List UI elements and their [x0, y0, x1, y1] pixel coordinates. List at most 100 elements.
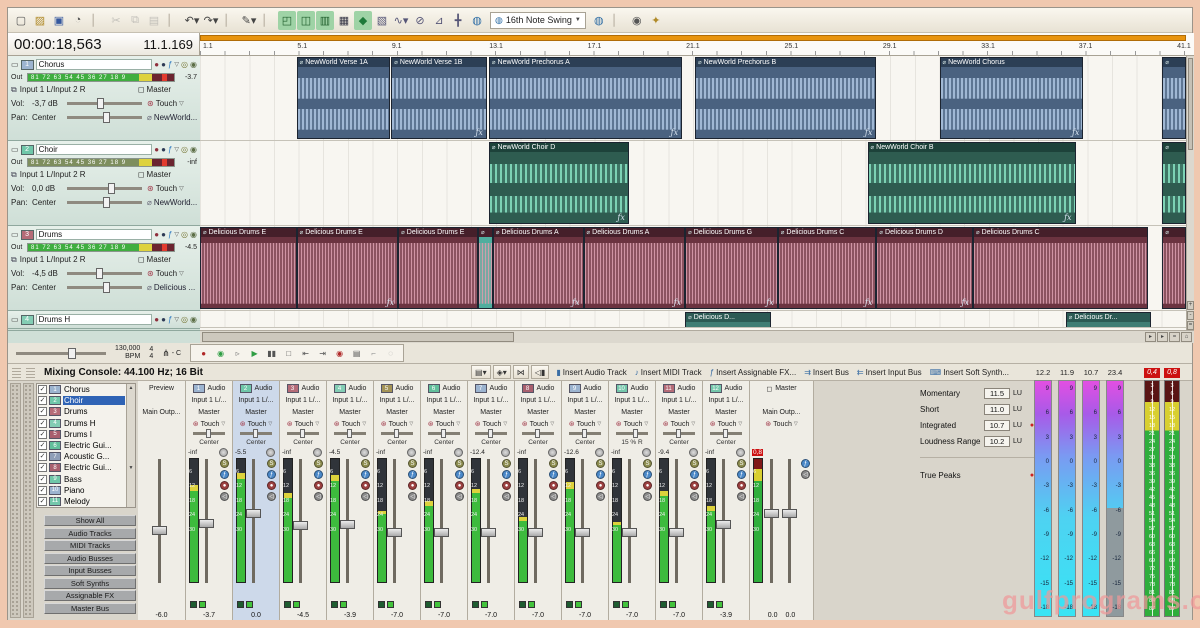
pan-slider[interactable] [334, 432, 366, 435]
pan-thumb[interactable] [633, 429, 638, 438]
track-list-scrollbar[interactable]: ▲▼ [126, 384, 135, 507]
master-fader-right[interactable] [788, 459, 791, 583]
tempo-display[interactable]: 130,000BPM [115, 345, 140, 361]
new-project-icon[interactable]: ▢ [12, 11, 30, 30]
volume-automation[interactable]: ⊛Touch▽ [147, 99, 197, 108]
undo-icon[interactable]: ↶▾ [183, 11, 201, 30]
pan-slider[interactable] [381, 432, 413, 435]
channel-output[interactable]: Master [515, 406, 561, 418]
channel-input[interactable]: Input 1 L/... [562, 394, 608, 406]
pan-thumb[interactable] [676, 429, 681, 438]
track-visible-checkbox[interactable]: ✓ [38, 441, 47, 450]
help-icon[interactable]: ◉ [628, 11, 646, 30]
eraser-icon[interactable]: ⊘ [411, 11, 429, 30]
track-input-value[interactable]: Input 1 L/Input 2 R [20, 255, 86, 264]
fader-thumb[interactable] [387, 528, 402, 537]
track-list-item[interactable]: ✓ 11 Melody [37, 496, 126, 507]
track-list-name[interactable]: Drums [63, 407, 125, 416]
zoom-out-button[interactable]: - [1187, 311, 1194, 320]
audio-clip[interactable]: ⌀NewWorld Verse 1B ƒx [391, 57, 487, 139]
channel-input[interactable]: Input 1 L/... [703, 394, 749, 406]
solo-icon[interactable]: S [643, 459, 652, 468]
master-automation[interactable]: ⊛ Touch ▽ [750, 418, 813, 430]
automation-icon[interactable]: ◉ [190, 61, 197, 69]
track-fx-icon[interactable]: ƒ [168, 61, 172, 69]
record-arm-icon[interactable]: ● [455, 481, 464, 490]
panel-drag-handle[interactable] [26, 366, 35, 378]
track-list-name[interactable]: Drums I [63, 430, 125, 439]
input-routing-icon[interactable]: ⧉ [11, 170, 17, 180]
channel-input[interactable]: Input 1 L/... [468, 394, 514, 406]
track-name[interactable]: Drums H [36, 314, 153, 325]
fader-thumb[interactable] [782, 509, 797, 518]
filter-button[interactable]: Audio Busses [44, 553, 136, 564]
monitor-icon[interactable]: ◁ [220, 492, 229, 501]
track-visible-checkbox[interactable]: ✓ [38, 486, 47, 495]
take-manager-button[interactable]: ▤ [349, 346, 364, 360]
channel-fader[interactable] [346, 459, 349, 583]
chevron-down-icon[interactable]: ▽ [174, 146, 179, 154]
monitor-icon[interactable]: ◁ [361, 492, 370, 501]
mute-button[interactable] [566, 601, 573, 608]
insert-track-button[interactable]: ▮Insert Audio Track [554, 368, 628, 377]
solo-icon[interactable]: S [267, 459, 276, 468]
record-arm-icon[interactable]: ● [737, 481, 746, 490]
volume-slider[interactable] [67, 102, 142, 105]
channel-output[interactable]: Master [233, 406, 279, 418]
channel-fader[interactable] [299, 459, 302, 583]
pan-thumb[interactable] [723, 429, 728, 438]
volume-automation[interactable]: ⊛Touch▽ [147, 184, 197, 193]
speed-slider-thumb[interactable] [68, 348, 76, 359]
mute-button[interactable] [519, 601, 526, 608]
fader-thumb[interactable] [575, 528, 590, 537]
audio-clip[interactable]: ⌀NewWorld Prechorus A ƒx [489, 57, 682, 139]
fx-icon[interactable]: ƒ [408, 470, 417, 479]
mute-button[interactable] [378, 601, 385, 608]
solo-icon[interactable]: S [549, 459, 558, 468]
channel-input[interactable]: Input 1 L/... [374, 394, 420, 406]
track-input-value[interactable]: Input 1 L/Input 2 R [20, 170, 86, 179]
mute-button[interactable] [707, 601, 714, 608]
solo-icon[interactable]: S [690, 459, 699, 468]
horizontal-scroll-thumb[interactable] [202, 332, 514, 342]
monitor-icon[interactable]: ◁ [549, 492, 558, 501]
audio-clip[interactable]: ⌀Delicious Drums G ƒx [685, 227, 778, 309]
record-arm-icon[interactable]: ● [502, 481, 511, 490]
monitor-icon[interactable]: ◁ [455, 492, 464, 501]
draw-tool-icon[interactable]: ✎▾ [240, 11, 258, 30]
track-fx-icon[interactable]: ƒ [168, 231, 172, 239]
fader-thumb[interactable] [528, 528, 543, 537]
arrange-horizontal-scrollbar[interactable]: ▸ ▸ = ⌂ [200, 330, 1194, 343]
track-visible-checkbox[interactable]: ✓ [38, 430, 47, 439]
open-icon[interactable]: ▨ [31, 11, 49, 30]
preview-output[interactable]: Main Outp... [138, 406, 185, 418]
separator[interactable]: ▏ [609, 11, 627, 30]
fader-thumb[interactable] [199, 519, 214, 528]
filter-button[interactable]: Input Busses [44, 565, 136, 576]
channel-fader[interactable] [487, 459, 490, 583]
channel-input[interactable]: Input 1 L/... [233, 394, 279, 406]
chevron-down-icon[interactable]: ▽ [174, 61, 179, 69]
record-arm-icon[interactable]: ● [314, 481, 323, 490]
pan-thumb[interactable] [347, 429, 352, 438]
record-arm-icon[interactable]: ● [408, 481, 417, 490]
track-list-name[interactable]: Bass [63, 475, 125, 484]
active-button[interactable] [622, 601, 629, 608]
preview-fader[interactable] [158, 459, 161, 583]
eq-knob-icon[interactable] [689, 448, 698, 457]
track-monitor-icon[interactable]: ▭ [11, 230, 19, 239]
pan-slider[interactable] [428, 432, 460, 435]
channel-output[interactable]: Master [327, 406, 373, 418]
track-list-name[interactable]: Electric Gui... [63, 441, 125, 450]
scroll-right-button[interactable]: ▸ [1145, 332, 1156, 342]
track-list-item[interactable]: ✓ 3 Drums [37, 406, 126, 417]
audio-clip[interactable]: ⌀Delicious Drums E [398, 227, 478, 309]
scroll-end-button[interactable]: ▸ [1157, 332, 1168, 342]
active-button[interactable] [387, 601, 394, 608]
volume-slider-thumb[interactable] [97, 98, 104, 109]
solo-icon[interactable]: ◎ [181, 61, 188, 69]
audio-clip[interactable]: ⌀Delicious Drums D ƒx [876, 227, 973, 309]
pan-slider[interactable] [193, 432, 225, 435]
track-list-name[interactable]: Acoustic G... [63, 452, 125, 461]
mute-button[interactable] [425, 601, 432, 608]
